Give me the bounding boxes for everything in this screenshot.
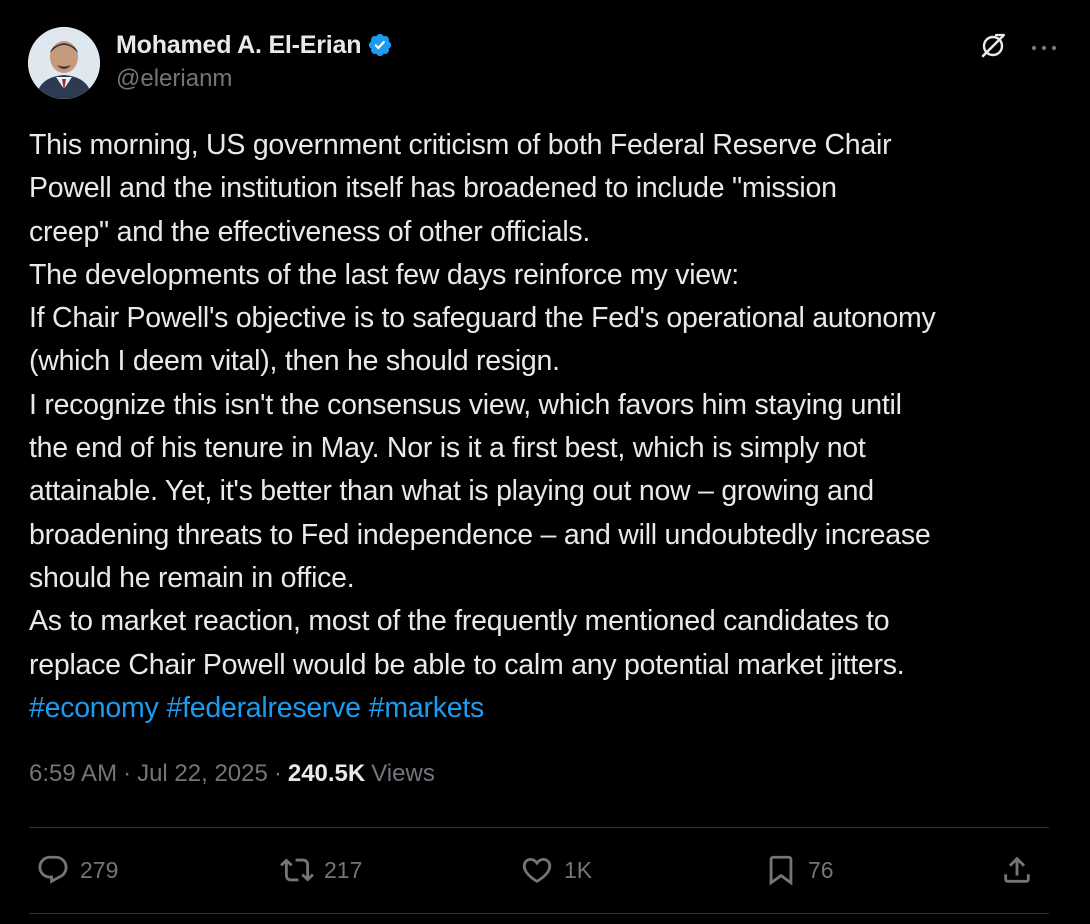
reply-count: 279 xyxy=(80,856,119,883)
tweet-line: replace Chair Powell would be able to ca… xyxy=(29,648,905,681)
tweet-line: the end of his tenure in May. Nor is it … xyxy=(29,432,866,465)
tweet-line: Powell and the institution itself has br… xyxy=(29,172,837,205)
views-label: Views xyxy=(371,760,435,787)
tweet-line: I recognize this isn't the consensus vie… xyxy=(29,388,902,421)
tweet-line: The developments of the last few days re… xyxy=(29,258,739,291)
reply-icon xyxy=(36,853,70,887)
meta-separator: · xyxy=(273,760,282,787)
hashtag-federalreserve[interactable]: #federalreserve xyxy=(167,692,362,724)
tweet-line: creep" and the effectiveness of other of… xyxy=(29,215,591,248)
meta-separator: · xyxy=(123,760,132,787)
hashtag-markets[interactable]: #markets xyxy=(369,692,484,724)
tweet-line: As to market reaction, most of the frequ… xyxy=(29,605,890,638)
share-icon xyxy=(1000,853,1034,887)
more-icon[interactable] xyxy=(1030,40,1058,58)
display-name-row: Mohamed A. El-Erian xyxy=(116,29,393,61)
tweet-header: Mohamed A. El-Erian @elerianm xyxy=(28,27,1058,101)
tweet-line: should he remain in office. xyxy=(29,561,355,594)
hashtag-line: #economy #federalreserve #markets xyxy=(29,687,1059,730)
reply-button[interactable]: 279 xyxy=(36,848,118,892)
grok-icon[interactable] xyxy=(978,31,1008,66)
bookmark-count: 76 xyxy=(808,856,834,883)
like-icon xyxy=(520,853,554,887)
avatar[interactable] xyxy=(28,27,100,99)
tweet-line: If Chair Powell's objective is to safegu… xyxy=(29,302,936,335)
divider xyxy=(29,827,1049,828)
author-names: Mohamed A. El-Erian @elerianm xyxy=(116,29,393,93)
hashtag-economy[interactable]: #economy xyxy=(29,692,159,724)
divider xyxy=(29,913,1049,914)
bookmark-button[interactable]: 76 xyxy=(764,848,834,892)
tweet-text: This morning, US government criticism of… xyxy=(29,124,1059,730)
repost-button[interactable]: 217 xyxy=(280,848,362,892)
like-button[interactable]: 1K xyxy=(520,848,592,892)
top-icons xyxy=(978,31,1058,66)
share-button[interactable] xyxy=(1000,848,1034,892)
tweet-date[interactable]: Jul 22, 2025 xyxy=(137,760,268,788)
repost-count: 217 xyxy=(324,856,363,883)
bookmark-icon xyxy=(764,853,798,887)
display-name[interactable]: Mohamed A. El-Erian xyxy=(116,31,362,60)
tweet-time[interactable]: 6:59 AM xyxy=(29,760,117,788)
verified-badge-icon[interactable] xyxy=(367,32,393,58)
tweet-line: (which I deem vital), then he should res… xyxy=(29,345,560,378)
tweet-line: broadening threats to Fed independence –… xyxy=(29,518,931,551)
tweet-line: This morning, US government criticism of… xyxy=(29,129,892,161)
views-count[interactable]: 240.5K xyxy=(288,760,365,788)
tweet-card: Mohamed A. El-Erian @elerianm This morni… xyxy=(0,0,1090,924)
like-count: 1K xyxy=(564,856,593,883)
tweet-meta: 6:59 AM · Jul 22, 2025 · 240.5K Views xyxy=(29,760,435,788)
tweet-line: attainable. Yet, it's better than what i… xyxy=(29,475,874,508)
action-bar: 279 217 1K 76 xyxy=(36,848,1040,892)
retweet-icon xyxy=(280,853,314,887)
handle[interactable]: @elerianm xyxy=(116,65,393,93)
